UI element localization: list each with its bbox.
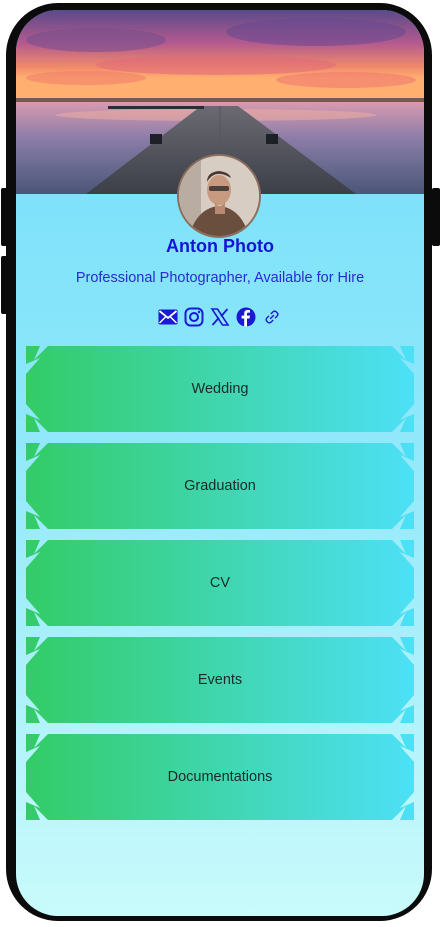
profile-name: Anton Photo xyxy=(166,236,274,256)
link-button-cv[interactable]: CV xyxy=(26,540,414,626)
profile-bio: Professional Photographer, Available for… xyxy=(75,270,365,286)
link-button-documentations[interactable]: Documentations xyxy=(26,734,414,820)
link-icon[interactable] xyxy=(262,307,282,327)
phone-side-button-right xyxy=(432,188,440,246)
link-button-graduation[interactable]: Graduation xyxy=(26,443,414,529)
link-label: Wedding xyxy=(191,381,249,397)
link-label: CV xyxy=(209,575,231,591)
email-icon[interactable] xyxy=(158,307,178,327)
x-twitter-icon[interactable] xyxy=(210,307,230,327)
link-button-wedding[interactable]: Wedding xyxy=(26,346,414,432)
link-label: Graduation xyxy=(184,478,256,494)
link-list: Wedding Graduation CV Events Documentati… xyxy=(26,346,414,831)
profile-avatar xyxy=(177,154,261,238)
instagram-icon[interactable] xyxy=(184,307,204,327)
phone-side-button-left-bottom xyxy=(1,256,8,314)
link-label: Documentations xyxy=(167,769,273,785)
link-label: Events xyxy=(197,672,243,688)
phone-side-button-left-top xyxy=(1,188,8,246)
profile-screen: Anton Photo Professional Photographer, A… xyxy=(16,10,424,916)
link-button-events[interactable]: Events xyxy=(26,637,414,723)
facebook-icon[interactable] xyxy=(236,307,256,327)
social-icons-row xyxy=(16,306,424,328)
